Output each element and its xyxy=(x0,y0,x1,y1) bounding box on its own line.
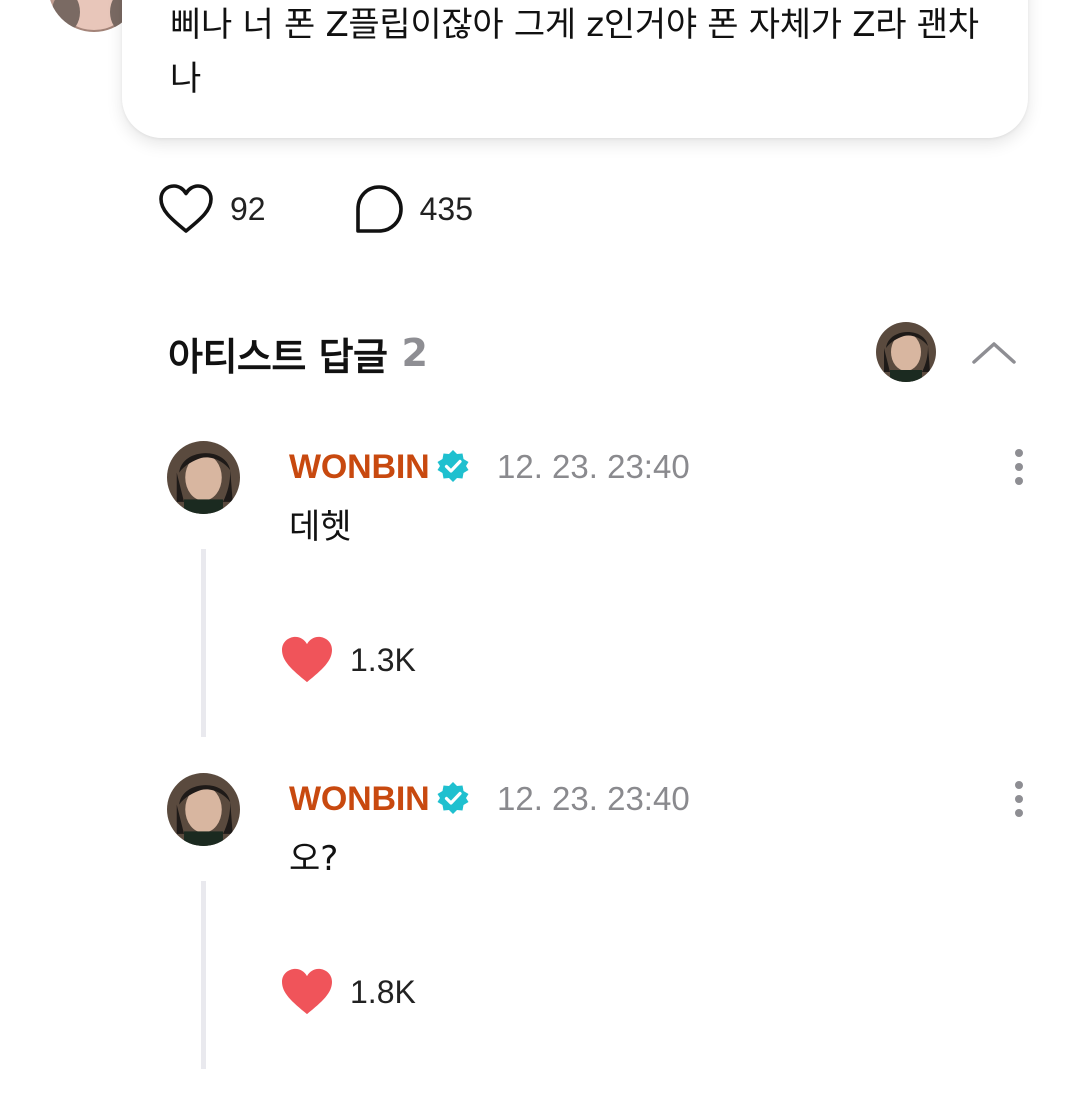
more-vertical-icon xyxy=(1015,449,1023,485)
post-bubble: 삐나 너 폰 Z플립이잖아 그게 z인거야 폰 자체가 Z라 괜차나 xyxy=(122,0,1028,138)
reply-like-button[interactable]: 1.8K xyxy=(280,967,416,1017)
heart-filled-icon xyxy=(282,636,332,683)
reply-timestamp: 12. 23. 23:40 xyxy=(497,780,690,817)
like-count: 92 xyxy=(230,190,266,227)
reply-more-button[interactable] xyxy=(1004,777,1034,821)
reply-author-name[interactable]: WONBIN xyxy=(289,779,430,819)
reply-text: 데헷 xyxy=(289,507,352,547)
reply-text: 오? xyxy=(289,839,339,879)
artist-reply: WONBIN 12. 23. 23:40 오? 1.8K xyxy=(0,773,1080,1093)
comment-count: 435 xyxy=(419,190,473,227)
reply-avatar[interactable] xyxy=(167,773,240,846)
verified-check-badge-icon xyxy=(437,450,469,482)
reply-avatar-image xyxy=(167,773,240,846)
post-text: 삐나 너 폰 Z플립이잖아 그게 z인거야 폰 자체가 Z라 괜차나 xyxy=(170,5,979,99)
reply-author-name[interactable]: WONBIN xyxy=(289,447,430,487)
reply-avatar-image xyxy=(167,441,240,514)
artist-replies-count: 2 xyxy=(401,331,428,375)
thread-line xyxy=(201,549,206,737)
verified-check-badge-icon xyxy=(437,782,469,814)
comment-button[interactable]: 435 xyxy=(354,184,473,234)
speech-bubble-icon xyxy=(355,185,403,233)
like-button[interactable]: 92 xyxy=(158,183,266,235)
reply-more-button[interactable] xyxy=(1004,445,1034,489)
reply-like-count: 1.3K xyxy=(350,641,416,678)
reply-like-count: 1.8K xyxy=(350,973,416,1010)
artist-avatar[interactable] xyxy=(876,322,936,382)
collapse-replies-button[interactable] xyxy=(964,330,1024,374)
reply-timestamp: 12. 23. 23:40 xyxy=(497,448,690,485)
artist-reply: WONBIN 12. 23. 23:40 데헷 1.3K xyxy=(0,441,1080,761)
reply-avatar[interactable] xyxy=(167,441,240,514)
heart-outline-icon xyxy=(159,184,213,233)
thread-line xyxy=(201,881,206,1069)
artist-avatar-image xyxy=(876,322,936,382)
artist-replies-header: 아티스트 답글 2 xyxy=(168,324,428,382)
artist-replies-title: 아티스트 답글 xyxy=(168,334,388,379)
chevron-up-icon xyxy=(972,342,1016,364)
more-vertical-icon xyxy=(1015,781,1023,817)
heart-filled-icon xyxy=(282,968,332,1015)
reply-like-button[interactable]: 1.3K xyxy=(280,635,416,685)
post-action-bar: 92 435 xyxy=(158,182,473,236)
